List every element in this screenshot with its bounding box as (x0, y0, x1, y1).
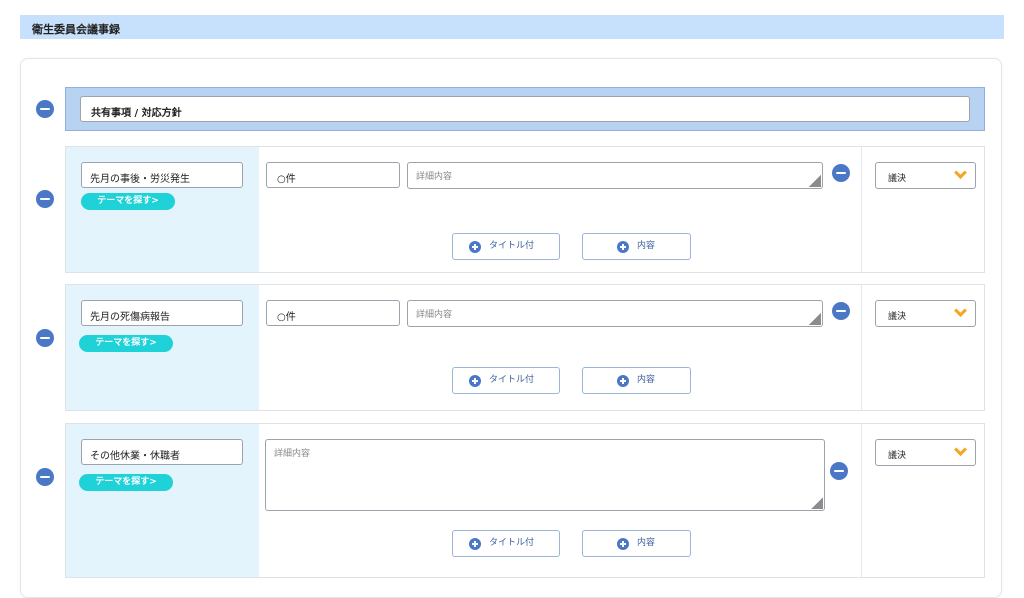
detail-textarea[interactable]: 詳細内容 (265, 439, 825, 511)
add-content-label: 内容 (637, 538, 656, 548)
chevron-down-icon (954, 443, 967, 457)
plus-icon (469, 375, 481, 387)
vote-select[interactable]: 議決 (875, 300, 976, 327)
vote-select-value: 議決 (888, 174, 907, 184)
remove-row-1-minus-icon[interactable] (36, 190, 54, 208)
detail-placeholder: 詳細内容 (416, 172, 453, 182)
remove-detail-minus-icon[interactable] (832, 164, 850, 182)
add-content-label: 内容 (637, 375, 656, 385)
vote-select[interactable]: 議決 (875, 439, 976, 466)
detail-placeholder: 詳細内容 (274, 449, 311, 459)
add-content-button[interactable]: 内容 (582, 233, 691, 260)
add-content-button[interactable]: 内容 (582, 367, 691, 394)
add-title-label: タイトル付 (489, 375, 535, 385)
divider (861, 285, 862, 410)
plus-icon (617, 538, 629, 550)
remove-shared-minus-icon[interactable] (36, 100, 54, 118)
count-input[interactable]: ○件 (266, 162, 400, 188)
count-input[interactable]: ○件 (266, 300, 400, 326)
detail-textarea[interactable]: 詳細内容 (407, 300, 823, 327)
search-theme-button[interactable]: テーマを探す> (79, 335, 173, 352)
chevron-down-icon (954, 166, 967, 180)
vote-select[interactable]: 議決 (875, 162, 976, 189)
remove-detail-minus-icon[interactable] (832, 302, 850, 320)
agenda-row-1: 先月の事後・労災発生 テーマを探す> ○件 詳細内容 議決 タイトル付 内容 (65, 146, 985, 273)
add-title-label: タイトル付 (489, 538, 535, 548)
vote-select-value: 議決 (888, 312, 907, 322)
remove-detail-minus-icon[interactable] (830, 462, 848, 480)
add-title-button[interactable]: タイトル付 (452, 233, 560, 260)
remove-row-2-minus-icon[interactable] (36, 329, 54, 347)
theme-input[interactable]: 先月の死傷病報告 (81, 300, 243, 326)
resize-grip-icon[interactable] (811, 497, 823, 509)
add-title-button[interactable]: タイトル付 (452, 530, 560, 557)
add-title-label: タイトル付 (489, 241, 535, 251)
chevron-down-icon (954, 304, 967, 318)
agenda-row-3: その他休業・休職者 テーマを探す> 詳細内容 議決 タイトル付 内容 (65, 423, 985, 578)
vote-select-value: 議決 (888, 451, 907, 461)
add-content-button[interactable]: 内容 (582, 530, 691, 557)
remove-row-3-minus-icon[interactable] (36, 468, 54, 486)
divider (861, 147, 862, 272)
detail-textarea[interactable]: 詳細内容 (407, 162, 823, 189)
divider (861, 424, 862, 577)
plus-icon (617, 241, 629, 253)
add-content-label: 内容 (637, 241, 656, 251)
plus-icon (469, 538, 481, 550)
plus-icon (469, 241, 481, 253)
agenda-row-2: 先月の死傷病報告 テーマを探す> ○件 詳細内容 議決 タイトル付 内容 (65, 284, 985, 411)
search-theme-button[interactable]: テーマを探す> (81, 193, 175, 210)
resize-grip-icon[interactable] (809, 313, 821, 325)
theme-input[interactable]: 先月の事後・労災発生 (81, 162, 243, 188)
resize-grip-icon[interactable] (809, 175, 821, 187)
page-title: 衛生委員会議事録 (32, 23, 120, 36)
shared-policy-input[interactable]: 共有事項 / 対応方針 (80, 96, 970, 122)
detail-placeholder: 詳細内容 (416, 310, 453, 320)
header-bar: 衛生委員会議事録 (20, 15, 1004, 39)
theme-input[interactable]: その他休業・休職者 (81, 439, 243, 465)
search-theme-button[interactable]: テーマを探す> (79, 474, 173, 491)
add-title-button[interactable]: タイトル付 (452, 367, 560, 394)
plus-icon (617, 375, 629, 387)
